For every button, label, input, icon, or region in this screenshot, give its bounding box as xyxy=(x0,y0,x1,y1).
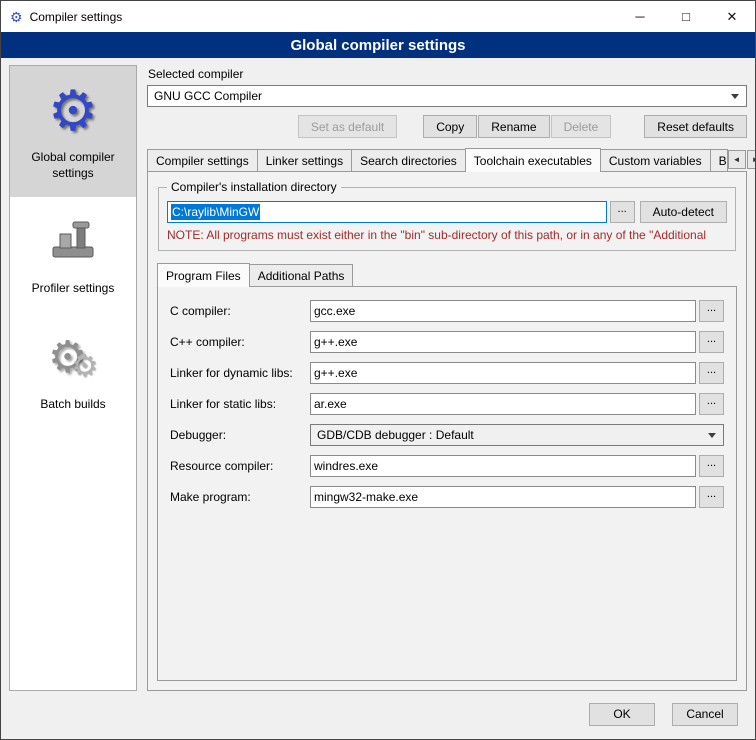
cancel-button[interactable]: Cancel xyxy=(672,703,738,726)
sidebar-item-batch-builds[interactable]: ⚙ ⚙ Batch builds xyxy=(10,313,136,429)
main-panel: Selected compiler GNU GCC Compiler Set a… xyxy=(147,65,747,691)
tab-additional-paths[interactable]: Additional Paths xyxy=(249,264,354,286)
field-row-static-linker: Linker for static libs: ar.exe ... xyxy=(170,393,724,415)
field-row-debugger: Debugger: GDB/CDB debugger : Default xyxy=(170,424,724,446)
field-label: Linker for dynamic libs: xyxy=(170,366,310,380)
sidebar-item-label: Profiler settings xyxy=(32,281,115,297)
gray-gears-icon: ⚙ ⚙ xyxy=(48,327,98,389)
maximize-button[interactable]: □ xyxy=(663,1,709,32)
selected-compiler-label: Selected compiler xyxy=(148,67,747,81)
sidebar-item-label: Global compiler settings xyxy=(14,150,132,181)
selected-compiler-select[interactable]: GNU GCC Compiler xyxy=(147,85,747,107)
field-label: Debugger: xyxy=(170,428,310,442)
field-row-resource-compiler: Resource compiler: windres.exe ... xyxy=(170,455,724,477)
debugger-select[interactable]: GDB/CDB debugger : Default xyxy=(310,424,724,446)
compiler-settings-window: ⚙ Compiler settings ─ □ ✕ Global compile… xyxy=(0,0,756,740)
field-label: C++ compiler: xyxy=(170,335,310,349)
browse-c-compiler-button[interactable]: ... xyxy=(699,300,724,322)
rename-button[interactable]: Rename xyxy=(478,115,549,138)
dialog-footer: OK Cancel xyxy=(1,697,755,739)
window-controls: ─ □ ✕ xyxy=(617,1,755,32)
program-files-tabstrip: Program Files Additional Paths xyxy=(157,263,737,286)
dialog-header: Global compiler settings xyxy=(1,32,755,58)
blue-gear-icon: ⚙ xyxy=(48,80,98,142)
tab-toolchain-executables[interactable]: Toolchain executables xyxy=(465,148,601,172)
copy-button[interactable]: Copy xyxy=(423,115,477,138)
chevron-down-icon xyxy=(731,94,739,99)
resource-compiler-input[interactable]: windres.exe xyxy=(310,455,696,477)
reset-defaults-button[interactable]: Reset defaults xyxy=(644,115,747,138)
field-row-make-program: Make program: mingw32-make.exe ... xyxy=(170,486,724,508)
close-button[interactable]: ✕ xyxy=(709,1,755,32)
tab-program-files[interactable]: Program Files xyxy=(157,263,250,287)
field-row-cpp-compiler: C++ compiler: g++.exe ... xyxy=(170,331,724,353)
app-gear-icon: ⚙ xyxy=(10,10,23,24)
field-label: Linker for static libs: xyxy=(170,397,310,411)
cpp-compiler-input[interactable]: g++.exe xyxy=(310,331,696,353)
make-program-input[interactable]: mingw32-make.exe xyxy=(310,486,696,508)
static-linker-input[interactable]: ar.exe xyxy=(310,393,696,415)
tab-scroll-controls: ◄ ► xyxy=(727,150,756,171)
tab-compiler-settings[interactable]: Compiler settings xyxy=(147,149,258,171)
installation-directory-legend: Compiler's installation directory xyxy=(167,180,341,194)
directory-note: NOTE: All programs must exist either in … xyxy=(167,228,727,242)
browse-resource-compiler-button[interactable]: ... xyxy=(699,455,724,477)
installation-directory-row: C:\raylib\MinGW ... Auto-detect xyxy=(167,201,727,223)
browse-cpp-compiler-button[interactable]: ... xyxy=(699,331,724,353)
installation-directory-group: Compiler's installation directory C:\ray… xyxy=(158,180,736,251)
titlebar: ⚙ Compiler settings ─ □ ✕ xyxy=(1,1,755,32)
set-as-default-button[interactable]: Set as default xyxy=(298,115,397,138)
chevron-down-icon xyxy=(708,433,716,438)
tab-scroll-left-icon[interactable]: ◄ xyxy=(728,150,746,169)
tab-custom-variables[interactable]: Custom variables xyxy=(600,149,711,171)
delete-button[interactable]: Delete xyxy=(551,115,612,138)
profiler-tool-icon xyxy=(47,211,99,273)
toolchain-executables-page: Compiler's installation directory C:\ray… xyxy=(147,171,747,691)
selected-compiler-value: GNU GCC Compiler xyxy=(154,89,262,103)
window-title: Compiler settings xyxy=(30,10,123,24)
browse-static-linker-button[interactable]: ... xyxy=(699,393,724,415)
program-files-page: C compiler: gcc.exe ... C++ compiler: g+… xyxy=(157,286,737,681)
sidebar-item-label: Batch builds xyxy=(40,397,105,413)
field-row-c-compiler: C compiler: gcc.exe ... xyxy=(170,300,724,322)
browse-make-program-button[interactable]: ... xyxy=(699,486,724,508)
sidebar-item-global-compiler-settings[interactable]: ⚙ Global compiler settings xyxy=(10,66,136,197)
tab-search-directories[interactable]: Search directories xyxy=(351,149,466,171)
installation-directory-input[interactable]: C:\raylib\MinGW xyxy=(167,201,607,223)
sidebar-item-profiler-settings[interactable]: Profiler settings xyxy=(10,197,136,313)
sidebar: ⚙ Global compiler settings Profiler sett… xyxy=(9,65,137,691)
minimize-button[interactable]: ─ xyxy=(617,1,663,32)
browse-dynamic-linker-button[interactable]: ... xyxy=(699,362,724,384)
field-row-dynamic-linker: Linker for dynamic libs: g++.exe ... xyxy=(170,362,724,384)
compiler-actions: Set as default Copy Rename Delete Reset … xyxy=(147,115,747,138)
ok-button[interactable]: OK xyxy=(589,703,655,726)
field-label: C compiler: xyxy=(170,304,310,318)
tab-build-options[interactable]: Buil xyxy=(710,149,728,171)
settings-tabstrip: Compiler settings Linker settings Search… xyxy=(147,148,747,171)
dialog-body: ⚙ Global compiler settings Profiler sett… xyxy=(1,58,755,697)
field-label: Resource compiler: xyxy=(170,459,310,473)
tab-scroll-right-icon[interactable]: ► xyxy=(747,150,756,169)
field-label: Make program: xyxy=(170,490,310,504)
dynamic-linker-input[interactable]: g++.exe xyxy=(310,362,696,384)
c-compiler-input[interactable]: gcc.exe xyxy=(310,300,696,322)
browse-directory-button[interactable]: ... xyxy=(610,201,635,223)
tab-linker-settings[interactable]: Linker settings xyxy=(257,149,352,171)
installation-directory-value: C:\raylib\MinGW xyxy=(171,204,260,220)
auto-detect-button[interactable]: Auto-detect xyxy=(640,201,727,223)
